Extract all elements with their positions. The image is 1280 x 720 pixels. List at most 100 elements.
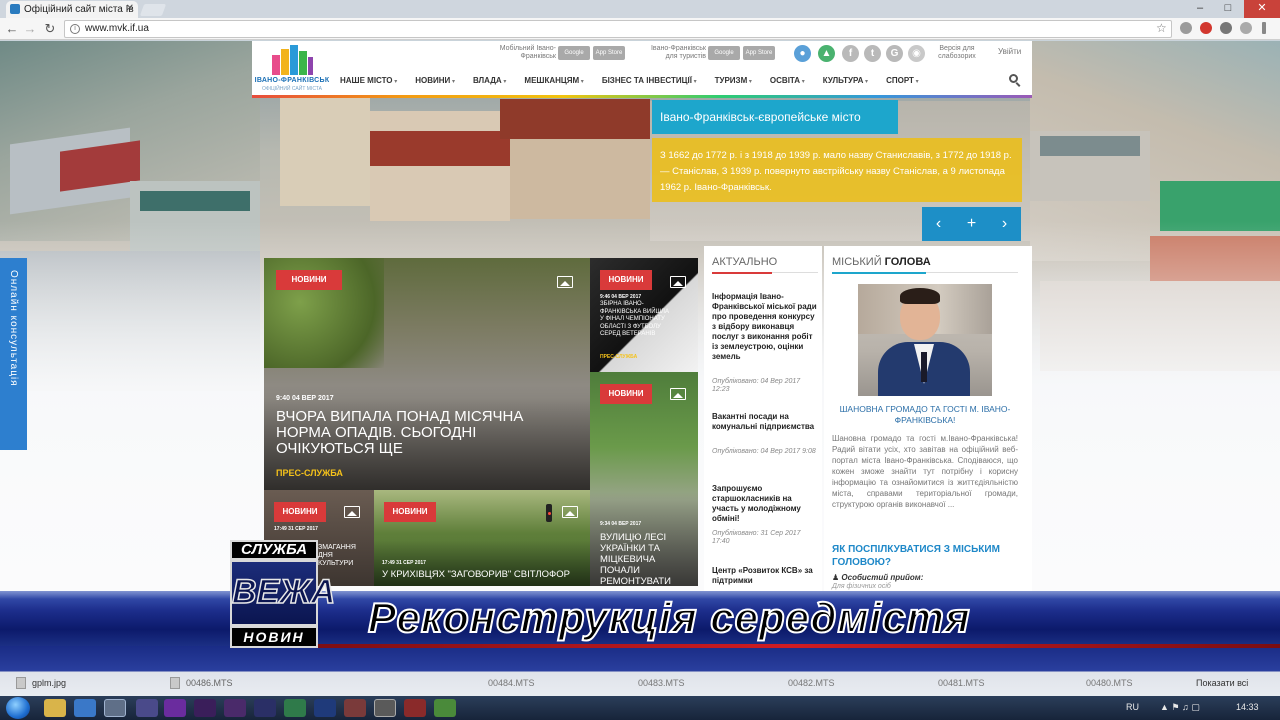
- encoder-icon[interactable]: [194, 699, 216, 717]
- adblock-extension-icon[interactable]: [1200, 22, 1212, 34]
- news-badge[interactable]: НОВИНИ: [276, 270, 342, 290]
- login-link[interactable]: Увійти: [998, 47, 1021, 56]
- url-text: www.mvk.if.ua: [85, 23, 149, 34]
- app-icon[interactable]: [344, 699, 366, 717]
- app-icon[interactable]: [404, 699, 426, 717]
- news-badge[interactable]: НОВИНИ: [384, 502, 436, 522]
- google-play-button-tourist[interactable]: Google play: [708, 46, 740, 70]
- news-source[interactable]: ПРЕС-СЛУЖБА: [276, 468, 343, 478]
- nav-item-education[interactable]: ОСВІТА: [770, 76, 805, 85]
- extension-icon[interactable]: [1240, 22, 1252, 34]
- clock[interactable]: 14:33: [1236, 702, 1259, 712]
- menu-icon[interactable]: [1262, 22, 1266, 34]
- app-icon[interactable]: [374, 699, 396, 717]
- eye-icon[interactable]: ◉: [908, 45, 925, 62]
- chrome-icon[interactable]: [104, 699, 126, 717]
- download-item[interactable]: 00482.MTS: [788, 678, 835, 688]
- info-icon[interactable]: i: [70, 24, 80, 34]
- city-logo[interactable]: ІВАНО-ФРАНКІВСЬК ОФІЦІЙНИЙ САЙТ МІСТА: [254, 43, 330, 95]
- news-title[interactable]: ВУЛИЦЮ ЛЕСІ УКРАЇНКИ ТА МІЦКЕВИЧА ПОЧАЛИ…: [600, 532, 690, 586]
- facebook-icon[interactable]: f: [842, 45, 859, 62]
- news-tile-football[interactable]: НОВИНИ 9:46 04 ВЕР 2017 ЗБІРНА ІВАНО-ФРА…: [590, 258, 698, 372]
- after-effects-icon[interactable]: [224, 699, 246, 717]
- download-item[interactable]: 00486.MTS: [186, 678, 233, 688]
- mayor-photo[interactable]: [858, 284, 992, 396]
- gallery-icon: [670, 276, 686, 288]
- windows-start-button[interactable]: [6, 697, 30, 719]
- contact-mayor-link[interactable]: ЯК ПОСПІЛКУВАТИСЯ З МІСЬКИМ ГОЛОВОЮ?: [832, 543, 1018, 569]
- premiere-icon[interactable]: [164, 699, 186, 717]
- search-icon[interactable]: [1009, 74, 1018, 83]
- slider-next-button[interactable]: ›: [988, 207, 1021, 241]
- news-tile-main[interactable]: НОВИНИ 9:40 04 ВЕР 2017 ВЧОРА ВИПАЛА ПОН…: [264, 258, 590, 490]
- news-title[interactable]: У КРИХІВЦЯХ "ЗАГОВОРИВ" СВІТЛОФОР: [382, 569, 582, 580]
- app-icon[interactable]: [136, 699, 158, 717]
- app-icon[interactable]: [434, 699, 456, 717]
- maximize-button[interactable]: □: [1214, 0, 1242, 18]
- explorer-icon[interactable]: [44, 699, 66, 717]
- news-badge[interactable]: НОВИНИ: [274, 502, 326, 522]
- download-item[interactable]: 00484.MTS: [488, 678, 535, 688]
- new-tab-button[interactable]: [139, 4, 167, 16]
- actual-news-item[interactable]: Інформація Івано-Франківської міської ра…: [712, 292, 818, 362]
- nav-item-tourism[interactable]: ТУРИЗМ: [715, 76, 752, 85]
- download-item[interactable]: gplm.jpg: [32, 678, 66, 688]
- mic-extension-icon[interactable]: [1180, 22, 1192, 34]
- photoshop-icon[interactable]: [314, 699, 336, 717]
- slider-prev-button[interactable]: ‹: [922, 207, 955, 241]
- city-emblem-icon[interactable]: ▲: [818, 45, 835, 62]
- download-item[interactable]: 00483.MTS: [638, 678, 685, 688]
- actual-news-item[interactable]: Центр «Розвиток КСВ» за підтримки: [712, 566, 818, 586]
- browser-tab[interactable]: Офіційний сайт міста Ів ✕: [6, 1, 138, 18]
- bookmark-star-icon[interactable]: ☆: [1156, 21, 1167, 35]
- actual-news-item[interactable]: Вакантні посади на комунальні підприємст…: [712, 412, 818, 432]
- app-icon[interactable]: [284, 699, 306, 717]
- news-title[interactable]: ЗБІРНА ІВАНО-ФРАНКІВСЬКА ВИЙШЛА У ФІНАЛ …: [600, 301, 672, 339]
- google-plus-icon[interactable]: G: [886, 45, 903, 62]
- slider-add-button[interactable]: +: [955, 207, 988, 241]
- tray-icons[interactable]: ▲ ⚑ ♫ ▢: [1160, 702, 1200, 713]
- address-bar[interactable]: i www.mvk.if.ua: [64, 20, 1172, 38]
- news-tile-street[interactable]: НОВИНИ 9:34 04 ВЕР 2017 ВУЛИЦЮ ЛЕСІ УКРА…: [590, 372, 698, 586]
- download-item[interactable]: 00481.MTS: [938, 678, 985, 688]
- news-badge[interactable]: НОВИНИ: [600, 270, 652, 290]
- app-store-button-tourist[interactable]: App Store: [743, 46, 775, 60]
- nav-item-government[interactable]: ВЛАДА: [473, 76, 506, 85]
- close-window-button[interactable]: ✕: [1244, 0, 1280, 18]
- news-title[interactable]: ЗМАГАННЯ ДНЯ КУЛЬТУРИ: [318, 544, 370, 568]
- google-play-button[interactable]: Google play: [558, 46, 590, 70]
- nav-item-culture[interactable]: КУЛЬТУРА: [823, 76, 868, 85]
- ie-icon[interactable]: [74, 699, 96, 717]
- extension-icon[interactable]: [1220, 22, 1232, 34]
- news-source[interactable]: ПРЕС-СЛУЖБА: [600, 354, 637, 360]
- reload-icon[interactable]: ↻: [42, 20, 58, 38]
- nav-item-residents[interactable]: МЕШКАНЦЯМ: [524, 76, 583, 85]
- twitter-icon[interactable]: t: [864, 45, 881, 62]
- nav-item-sport[interactable]: СПОРТ: [886, 76, 919, 85]
- news-tile-traffic-light[interactable]: НОВИНИ 17:49 31 СЕР 2017 У КРИХІВЦЯХ "ЗА…: [374, 490, 590, 586]
- forward-arrow-icon[interactable]: →: [22, 20, 38, 38]
- nav-item-our-city[interactable]: НАШЕ МІСТО: [340, 76, 397, 85]
- hero-title[interactable]: Івано-Франківськ-європейське місто: [652, 100, 898, 134]
- news-date: 9:40 04 ВЕР 2017: [276, 395, 334, 402]
- address-toolbar: ← → ↻ i www.mvk.if.ua ☆: [0, 18, 1280, 40]
- city-towers-logo-icon: [272, 45, 313, 75]
- actual-news-item[interactable]: Запрошуємо старшокласників на участь у м…: [712, 484, 818, 524]
- actual-news-date: Опубліковано: 04 Вер 2017 12:23: [712, 378, 801, 393]
- tab-close-icon[interactable]: ✕: [126, 3, 134, 14]
- download-item[interactable]: 00480.MTS: [1086, 678, 1133, 688]
- minimize-button[interactable]: –: [1186, 0, 1214, 18]
- ukraine-coat-icon[interactable]: ●: [794, 45, 811, 62]
- online-consultation-tab[interactable]: Онлайн консультація: [0, 258, 27, 450]
- show-all-downloads-link[interactable]: Показати всі: [1196, 678, 1248, 688]
- language-indicator[interactable]: RU: [1126, 702, 1139, 712]
- accessibility-link[interactable]: Версія для слабозорих: [924, 45, 990, 61]
- nav-item-business[interactable]: БІЗНЕС ТА ІНВЕСТИЦІЇ: [602, 76, 697, 85]
- gallery-icon: [344, 506, 360, 518]
- news-badge[interactable]: НОВИНИ: [600, 384, 652, 404]
- nav-item-news[interactable]: НОВИНИ: [415, 76, 455, 85]
- news-title[interactable]: ВЧОРА ВИПАЛА ПОНАД МІСЯЧНА НОРМА ОПАДІВ.…: [276, 409, 566, 457]
- app-icon[interactable]: [254, 699, 276, 717]
- app-store-button[interactable]: App Store: [593, 46, 625, 60]
- back-arrow-icon[interactable]: ←: [4, 20, 20, 38]
